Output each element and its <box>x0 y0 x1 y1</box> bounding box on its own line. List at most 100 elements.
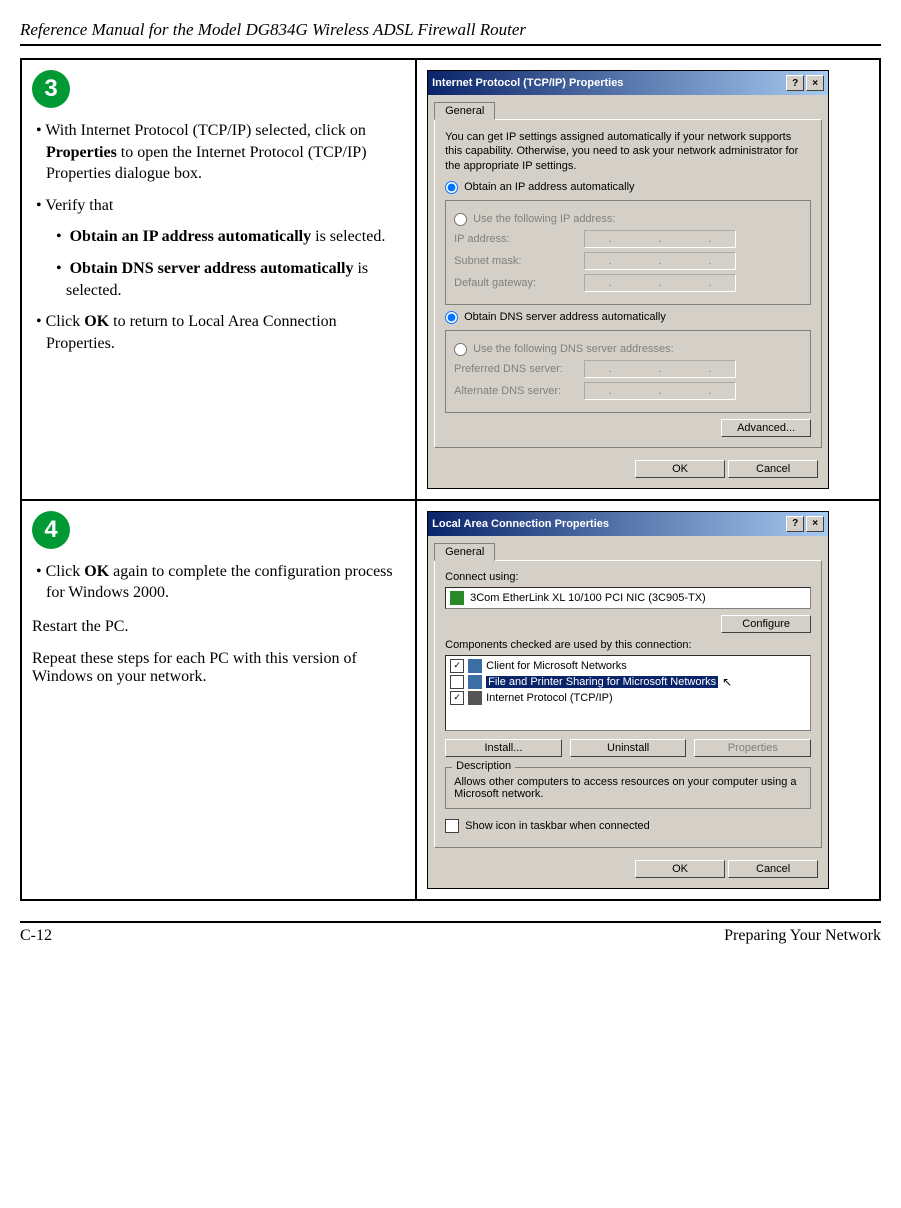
uninstall-button[interactable]: Uninstall <box>570 739 687 757</box>
checkbox-icon[interactable]: ✓ <box>450 691 464 705</box>
label-mask: Subnet mask: <box>454 255 584 267</box>
checkbox-label: Show icon in taskbar when connected <box>465 820 650 832</box>
text-bold: Obtain DNS server address automatically <box>70 260 354 277</box>
lan-titlebar[interactable]: Local Area Connection Properties ? × <box>428 512 828 536</box>
tab-general[interactable]: General <box>434 102 495 120</box>
text-bold: Obtain an IP address automatically <box>70 228 312 245</box>
close-button[interactable]: × <box>806 75 824 91</box>
description-text: Allows other computers to access resourc… <box>454 776 802 800</box>
connect-using-label: Connect using: <box>445 571 811 583</box>
description-group: Description Allows other computers to ac… <box>445 767 811 809</box>
step3-line3: • Obtain an IP address automatically is … <box>32 226 405 248</box>
input-ip: ... <box>584 230 736 248</box>
instruction-table: 3 • With Internet Protocol (TCP/IP) sele… <box>20 58 881 901</box>
radio-label: Use the following IP address: <box>473 213 615 225</box>
cancel-button[interactable]: Cancel <box>728 860 818 878</box>
step4-line1: • Click OK again to complete the configu… <box>32 561 405 604</box>
radio-label: Obtain DNS server address automatically <box>464 311 666 323</box>
components-list[interactable]: ✓ Client for Microsoft Networks File and… <box>445 655 811 731</box>
nic-text: 3Com EtherLink XL 10/100 PCI NIC (3C905-… <box>470 592 706 604</box>
step4-badge: 4 <box>32 511 70 549</box>
lan-title: Local Area Connection Properties <box>432 518 784 530</box>
text-bold: OK <box>84 563 109 580</box>
cursor-icon: ↖ <box>722 675 732 689</box>
tcpip-title: Internet Protocol (TCP/IP) Properties <box>432 77 784 89</box>
description-heading: Description <box>452 760 515 772</box>
share-icon <box>468 675 482 689</box>
text-bold: OK <box>84 313 109 330</box>
tcpip-titlebar[interactable]: Internet Protocol (TCP/IP) Properties ? … <box>428 71 828 95</box>
tcpip-intro: You can get IP settings assigned automat… <box>445 130 811 173</box>
configure-button[interactable]: Configure <box>721 615 811 633</box>
step3-badge: 3 <box>32 70 70 108</box>
list-item[interactable]: ✓ Internet Protocol (TCP/IP) <box>448 690 808 706</box>
radio-ip-manual[interactable]: Use the following IP address: <box>454 213 802 226</box>
doc-header: Reference Manual for the Model DG834G Wi… <box>20 20 881 46</box>
list-item-label: Internet Protocol (TCP/IP) <box>486 692 613 704</box>
label-ip: IP address: <box>454 233 584 245</box>
properties-button[interactable]: Properties <box>694 739 811 757</box>
step3-line4: • Obtain DNS server address automaticall… <box>32 258 405 301</box>
tab-general[interactable]: General <box>434 543 495 561</box>
text: • <box>56 228 62 245</box>
nic-display: 3Com EtherLink XL 10/100 PCI NIC (3C905-… <box>445 587 811 609</box>
advanced-button[interactable]: Advanced... <box>721 419 811 437</box>
radio-ip-auto-input[interactable] <box>445 181 458 194</box>
help-button[interactable]: ? <box>786 75 804 91</box>
input-mask: ... <box>584 252 736 270</box>
list-item[interactable]: ✓ Client for Microsoft Networks <box>448 658 808 674</box>
list-item-label: Client for Microsoft Networks <box>486 660 627 672</box>
label-dns2: Alternate DNS server: <box>454 385 584 397</box>
radio-label: Use the following DNS server addresses: <box>473 343 674 355</box>
step3-line5: • Click OK to return to Local Area Conne… <box>32 311 405 354</box>
checkbox-icon[interactable]: ✓ <box>450 659 464 673</box>
help-button[interactable]: ? <box>786 516 804 532</box>
input-dns2: ... <box>584 382 736 400</box>
checkbox-icon[interactable] <box>445 819 459 833</box>
step4-p2: Repeat these steps for each PC with this… <box>32 650 405 686</box>
protocol-icon <box>468 691 482 705</box>
radio-ip-manual-input[interactable] <box>454 213 467 226</box>
text: • With Internet Protocol (TCP/IP) select… <box>36 122 366 139</box>
lan-dialog: Local Area Connection Properties ? × Gen… <box>427 511 829 889</box>
text-bold: Properties <box>46 144 117 161</box>
list-item[interactable]: File and Printer Sharing for Microsoft N… <box>448 674 808 690</box>
step3-line2: • Verify that <box>32 195 405 217</box>
group-dns-manual: Use the following DNS server addresses: … <box>445 330 811 413</box>
step4-cell: 4 • Click OK again to complete the confi… <box>21 500 416 900</box>
input-gw: ... <box>584 274 736 292</box>
radio-dns-manual[interactable]: Use the following DNS server addresses: <box>454 343 802 356</box>
radio-label: Obtain an IP address automatically <box>464 181 634 193</box>
install-button[interactable]: Install... <box>445 739 562 757</box>
list-item-label-selected: File and Printer Sharing for Microsoft N… <box>486 676 718 688</box>
step3-line1: • With Internet Protocol (TCP/IP) select… <box>32 120 405 185</box>
radio-dns-auto[interactable]: Obtain DNS server address automatically <box>445 311 811 324</box>
step4-screenshot: Local Area Connection Properties ? × Gen… <box>416 500 880 900</box>
label-dns1: Preferred DNS server: <box>454 363 584 375</box>
input-dns1: ... <box>584 360 736 378</box>
page-footer: C-12 Preparing Your Network <box>20 921 881 945</box>
step3-cell: 3 • With Internet Protocol (TCP/IP) sele… <box>21 59 416 500</box>
text: • <box>56 260 62 277</box>
client-icon <box>468 659 482 673</box>
step4-p1: Restart the PC. <box>32 618 405 636</box>
footer-section: Preparing Your Network <box>724 927 881 945</box>
label-gw: Default gateway: <box>454 277 584 289</box>
text: • Click <box>36 563 84 580</box>
checkbox-icon[interactable] <box>450 675 464 689</box>
close-button[interactable]: × <box>806 516 824 532</box>
footer-page-num: C-12 <box>20 927 52 945</box>
cancel-button[interactable]: Cancel <box>728 460 818 478</box>
radio-dns-auto-input[interactable] <box>445 311 458 324</box>
nic-icon <box>450 591 464 605</box>
show-icon-check[interactable]: Show icon in taskbar when connected <box>445 819 811 833</box>
text: is selected. <box>311 228 385 245</box>
step3-screenshot: Internet Protocol (TCP/IP) Properties ? … <box>416 59 880 500</box>
group-ip-manual: Use the following IP address: IP address… <box>445 200 811 305</box>
tcpip-dialog: Internet Protocol (TCP/IP) Properties ? … <box>427 70 829 489</box>
ok-button[interactable]: OK <box>635 860 725 878</box>
ok-button[interactable]: OK <box>635 460 725 478</box>
radio-dns-manual-input[interactable] <box>454 343 467 356</box>
text: • Click <box>36 313 84 330</box>
radio-ip-auto[interactable]: Obtain an IP address automatically <box>445 181 811 194</box>
